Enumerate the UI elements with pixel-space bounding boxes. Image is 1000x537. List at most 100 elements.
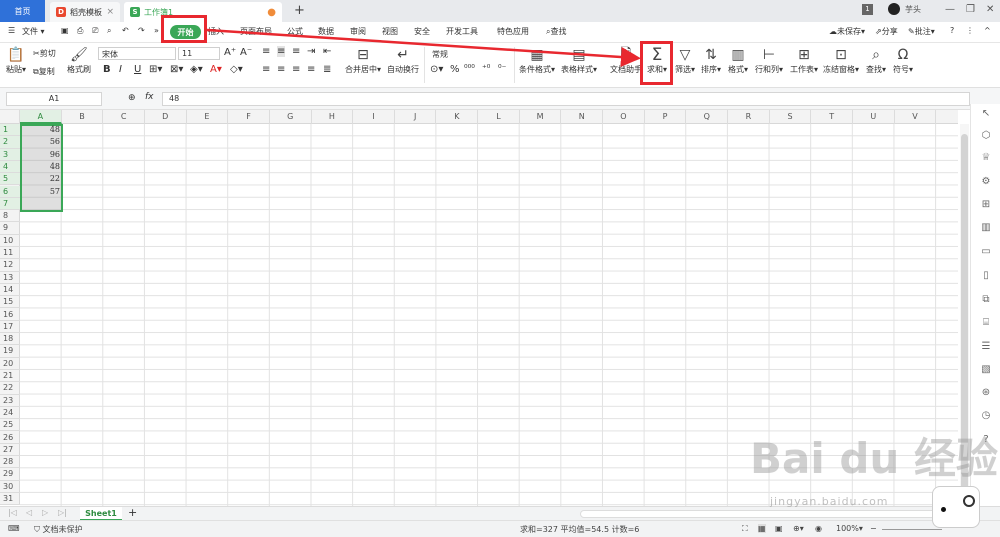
row-header-13[interactable]: 13 [0,272,20,284]
row-header-31[interactable]: 31 [0,493,20,506]
redo-icon[interactable]: ↷ [138,26,145,35]
row-header-25[interactable]: 25 [0,419,20,432]
row-header-8[interactable]: 8 [0,210,20,223]
font-name-select[interactable]: 宋体 [98,47,176,60]
notification-badge[interactable]: 1 [862,4,873,15]
rows-cols-button[interactable]: ⊢ 行和列▾ [755,46,783,75]
row-header-19[interactable]: 19 [0,345,20,358]
column-header-l[interactable]: L [478,110,520,124]
prev-sheet-icon[interactable]: ◁ [26,508,32,517]
zoom-formula-icon[interactable]: ⊕ [128,93,136,103]
percent-icon[interactable]: % [450,64,460,75]
tab-template[interactable]: D 稻壳模板 × [50,2,120,22]
menu-insert[interactable]: 插入 [208,26,224,37]
align-top-icon[interactable]: ≡ [262,46,270,57]
worksheet-button[interactable]: ⊞ 工作表▾ [790,46,818,75]
row-header-14[interactable]: 14 [0,284,20,297]
bold-button[interactable]: B [103,64,111,75]
row-header-18[interactable]: 18 [0,333,20,346]
increase-font-icon[interactable]: A⁺ [224,47,236,58]
history-icon[interactable]: ◷ [980,410,992,422]
zoom-slider[interactable] [882,529,942,530]
column-header-j[interactable]: J [395,110,437,124]
help-icon[interactable]: ? [950,26,954,35]
align-right-icon[interactable]: ≡ [292,64,300,75]
wrap-text-button[interactable]: ↵ 自动换行 [387,46,419,75]
cell-a3[interactable]: 96 [22,150,62,159]
column-header-h[interactable]: H [312,110,354,124]
note-icon[interactable]: ▯ [980,270,992,282]
row-header-28[interactable]: 28 [0,456,20,469]
number-format-select[interactable]: 常规 [428,47,510,60]
more-chevron-icon[interactable]: » [154,26,159,35]
sort-button[interactable]: ⇅ 排序▾ [701,46,721,75]
conditional-format-button[interactable]: ▦ 条件格式▾ [519,46,555,75]
column-header-g[interactable]: G [270,110,312,124]
filter-button[interactable]: ▽ 筛选▾ [675,46,695,75]
first-sheet-icon[interactable]: |◁ [8,508,17,517]
cell-a5[interactable]: 22 [22,174,62,183]
zoom-out-icon[interactable]: − [870,524,877,533]
row-header-12[interactable]: 12 [0,259,20,272]
column-header-d[interactable]: D [145,110,187,124]
column-header-e[interactable]: E [187,110,229,124]
font-size-select[interactable]: 11 [178,47,220,60]
collapse-ribbon-icon[interactable]: ^ [984,26,991,35]
outdent-icon[interactable]: ⇤ [323,46,331,57]
column-header-q[interactable]: Q [686,110,729,124]
row-header-21[interactable]: 21 [0,370,20,383]
column-header-c[interactable]: C [103,110,145,124]
menu-search[interactable]: ⌕查找 [546,26,566,37]
column-header-n[interactable]: N [561,110,604,124]
cursor-icon[interactable]: ↖ [980,108,992,120]
comment-button[interactable]: ✎批注▾ [908,26,935,37]
last-sheet-icon[interactable]: ▷| [58,508,67,517]
format-painter-button[interactable]: 🖌 格式刷 [67,46,91,75]
row-header-15[interactable]: 15 [0,296,20,309]
new-tab-button[interactable]: + [294,3,305,18]
indent-icon[interactable]: ⇥ [307,46,315,57]
menu-security[interactable]: 安全 [414,26,430,37]
column-header-r[interactable]: R [728,110,770,124]
distributed-icon[interactable]: ≣ [323,64,331,75]
align-bottom-icon[interactable]: ≡ [292,46,300,57]
database-icon[interactable]: ☰ [980,341,992,353]
backup-icon[interactable]: ⧉ [980,294,992,306]
copy-button[interactable]: ⧉复制 [33,66,55,77]
menu-view[interactable]: 视图 [382,26,398,37]
clipboard-icon[interactable]: ▭ [980,246,992,258]
avatar[interactable] [888,3,900,15]
row-header-3[interactable]: 3 [0,148,20,161]
row-header-22[interactable]: 22 [0,382,20,395]
image-icon[interactable]: ▧ [980,364,992,376]
protect-status[interactable]: ⛉ 文档未保护 [34,524,83,535]
minimize-icon[interactable]: — [945,4,955,15]
cut-button[interactable]: ✂剪切 [33,48,56,59]
menu-file[interactable]: 文件 ▾ [22,26,45,37]
reading-mode-icon[interactable]: ◉ [815,524,822,533]
formula-input[interactable]: 48 [162,92,970,106]
hamburger-icon[interactable]: ☰ [8,26,15,35]
format-button[interactable]: ▥ 格式▾ [728,46,748,75]
column-header-m[interactable]: M [520,110,562,124]
thousands-icon[interactable]: ⁰⁰⁰ [464,64,475,74]
share-button[interactable]: ⇗分享 [875,26,898,37]
find-button[interactable]: ⌕ 查找▾ [866,46,886,75]
cell-a1[interactable]: 48 [22,125,62,134]
unsaved-status[interactable]: ☁未保存▾ [829,26,865,37]
column-header-f[interactable]: F [228,110,270,124]
row-header-5[interactable]: 5 [0,173,20,186]
fx-button[interactable]: fx [145,92,154,102]
row-header-29[interactable]: 29 [0,468,20,481]
menu-review[interactable]: 审阅 [350,26,366,37]
column-header-a[interactable]: A [20,110,62,124]
page-layout-icon[interactable]: ▣ [775,524,783,533]
column-header-p[interactable]: P [645,110,687,124]
row-header-6[interactable]: 6 [0,185,20,198]
underline-button[interactable]: U [134,64,141,75]
paste-button[interactable]: 📋 粘贴▾ [6,46,26,75]
row-header-24[interactable]: 24 [0,407,20,420]
name-box[interactable]: A1 [6,92,102,106]
column-header-k[interactable]: K [437,110,479,124]
normal-view-icon[interactable]: ▦ [758,524,766,533]
